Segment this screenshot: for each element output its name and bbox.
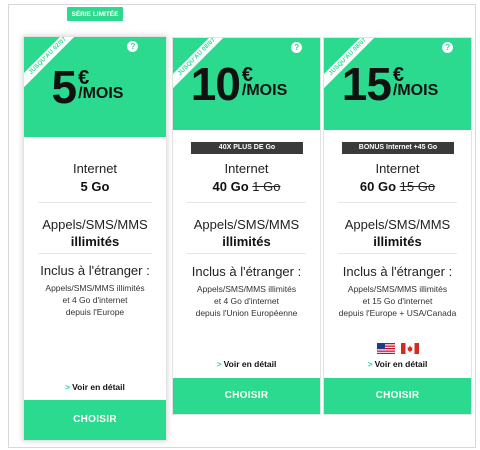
- abroad-label: Inclus à l'étranger :: [342, 264, 453, 279]
- country-flags: [324, 343, 471, 354]
- internet-label: Internet: [224, 161, 269, 176]
- abroad-line: Appels/SMS/MMS illimités: [45, 283, 145, 293]
- calls-value: illimités: [373, 234, 422, 249]
- plan-price: 15 € /MOIS ?: [324, 38, 471, 130]
- plan-header: JUSQU'AU 08/07 15 € /MOIS ?: [324, 38, 471, 130]
- see-details-link[interactable]: > Voir en détail: [24, 382, 166, 392]
- data-old-value: 1 Go: [252, 179, 281, 194]
- abroad-description: Appels/SMS/MMS illimités et 15 Go d'inte…: [324, 283, 471, 319]
- choose-button[interactable]: CHOISIR: [324, 378, 471, 414]
- promo-badge: BONUS Internet +45 Go: [342, 142, 454, 154]
- abroad-label: Inclus à l'étranger :: [40, 263, 150, 278]
- calls-label: Appels/SMS/MMS: [193, 217, 300, 232]
- plan-card-5: JUSQU'AU 02/07 5 € /MOIS ? Internet 5 Go…: [23, 36, 167, 441]
- price-period: /MOIS: [78, 85, 124, 102]
- see-details-label: Voir en détail: [374, 359, 428, 369]
- data-old-value: 15 Go: [399, 179, 436, 194]
- plan-price: 10 € /MOIS ?: [173, 38, 320, 130]
- calls-label: Appels/SMS/MMS: [344, 217, 451, 232]
- chevron-right-icon: >: [367, 359, 373, 369]
- divider: [338, 202, 457, 203]
- internet-label: Internet: [375, 161, 420, 176]
- usa-flag-icon: [376, 343, 395, 354]
- canada-flag-icon: [400, 343, 419, 354]
- see-details-label: Voir en détail: [72, 382, 125, 392]
- data-allowance: 60 Go 15 Go: [324, 179, 471, 194]
- abroad-line: depuis l'Union Européenne: [195, 308, 298, 318]
- chevron-right-icon: >: [216, 359, 222, 369]
- divider: [38, 202, 152, 203]
- price-period: /MOIS: [241, 82, 288, 99]
- plan-price: 5 € /MOIS ?: [24, 37, 166, 137]
- plan-card-15: JUSQU'AU 08/07 15 € /MOIS ? BONUS Intern…: [323, 37, 472, 415]
- choose-button[interactable]: CHOISIR: [24, 400, 166, 440]
- abroad-line: et 4 Go d'internet: [62, 295, 128, 305]
- calls-value: illimités: [70, 234, 120, 249]
- calls-value: illimités: [222, 234, 271, 249]
- help-icon[interactable]: ?: [127, 41, 139, 52]
- divider: [187, 253, 306, 254]
- abroad-line: depuis l'Europe + USA/Canada: [338, 308, 457, 318]
- abroad-line: depuis l'Europe: [65, 307, 125, 317]
- see-details-link[interactable]: > Voir en détail: [324, 359, 471, 369]
- choose-button[interactable]: CHOISIR: [173, 378, 320, 414]
- data-allowance: 5 Go: [80, 179, 110, 194]
- plan-header: JUSQU'AU 02/07 5 € /MOIS ?: [24, 37, 166, 137]
- data-value: 60 Go: [359, 179, 397, 194]
- plan-header: JUSQU'AU 08/07 10 € /MOIS ?: [173, 38, 320, 130]
- data-allowance: 40 Go 1 Go: [173, 179, 320, 194]
- abroad-line: Appels/SMS/MMS illimités: [347, 284, 448, 294]
- promo-badge: 40X PLUS DE Go: [191, 142, 303, 154]
- divider: [38, 253, 152, 254]
- see-details-link[interactable]: > Voir en détail: [173, 359, 320, 369]
- price-amount: 15: [341, 58, 392, 110]
- abroad-description: Appels/SMS/MMS illimités et 4 Go d'inter…: [173, 283, 320, 319]
- abroad-line: et 4 Go d'internet: [214, 296, 279, 306]
- abroad-line: et 15 Go d'internet: [362, 296, 433, 306]
- price-amount: 5: [51, 61, 78, 113]
- help-icon[interactable]: ?: [291, 42, 303, 53]
- abroad-description: Appels/SMS/MMS illimités et 4 Go d'inter…: [24, 282, 166, 318]
- chevron-right-icon: >: [65, 382, 71, 392]
- data-value: 40 Go: [212, 179, 249, 194]
- abroad-line: Appels/SMS/MMS illimités: [196, 284, 297, 294]
- abroad-label: Inclus à l'étranger :: [191, 264, 302, 279]
- see-details-label: Voir en détail: [223, 359, 277, 369]
- divider: [338, 253, 457, 254]
- price-period: /MOIS: [392, 82, 439, 99]
- price-amount: 10: [190, 58, 241, 110]
- help-icon[interactable]: ?: [442, 42, 454, 53]
- limited-series-tag: SÉRIE LIMITÉE: [66, 6, 124, 22]
- calls-label: Appels/SMS/MMS: [42, 217, 148, 232]
- divider: [187, 202, 306, 203]
- internet-label: Internet: [72, 161, 118, 176]
- plan-card-10: JUSQU'AU 08/07 10 € /MOIS ? 40X PLUS DE …: [172, 37, 321, 415]
